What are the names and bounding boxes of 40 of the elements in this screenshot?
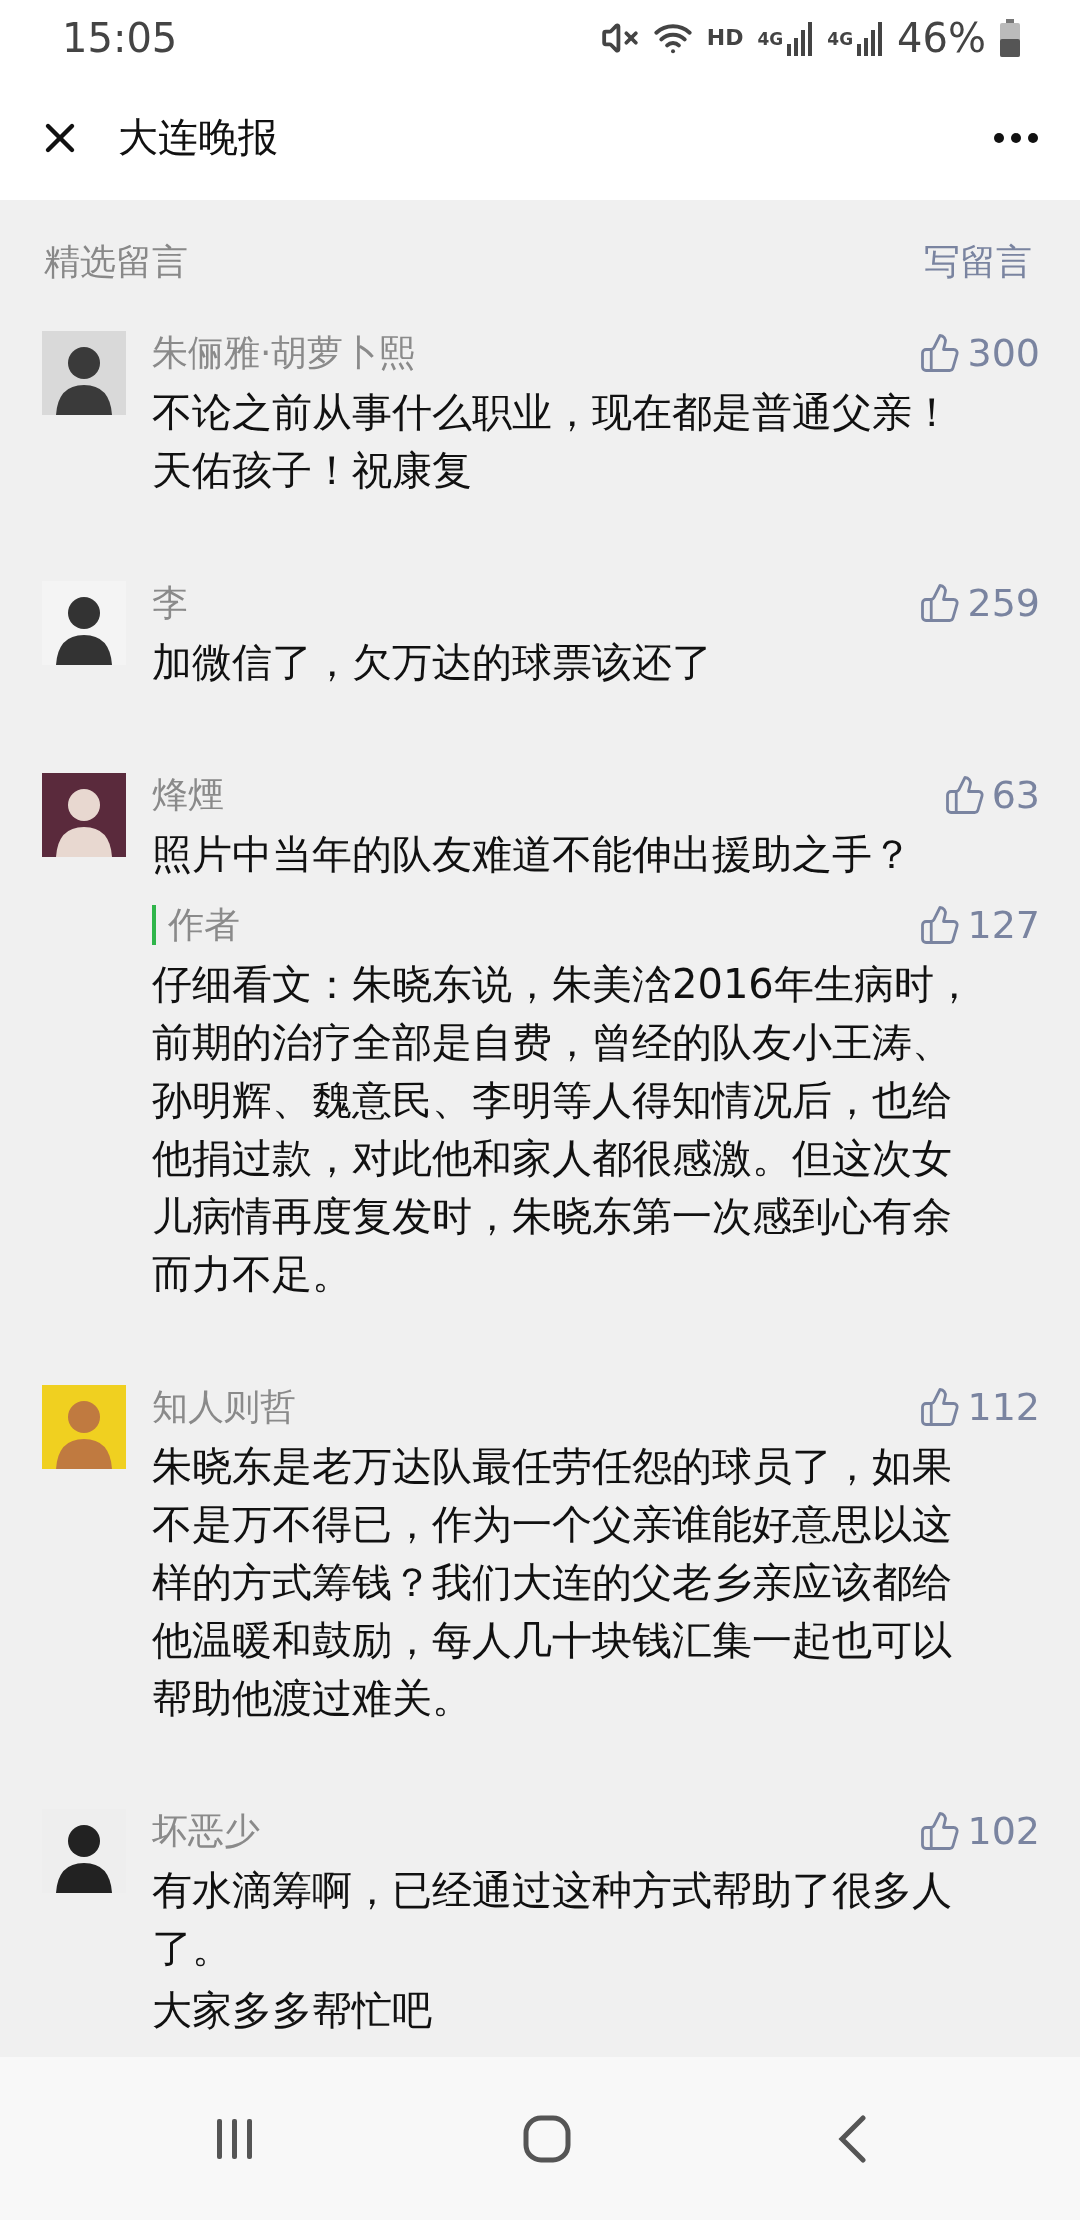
signal-icon [787,19,814,56]
section-title: 精选留言 [44,240,188,284]
signal-icon [857,19,884,56]
comment-text: 有水滴筹啊，已经通过这种方式帮助了很多人了。 [152,1866,953,1973]
more-button[interactable] [994,132,1038,143]
thumbs-up-icon [943,774,986,816]
like-button[interactable]: 300 [919,331,1040,375]
like-button[interactable]: 63 [943,773,1040,817]
author-label: 作者 [152,905,240,945]
back-button[interactable] [837,2114,867,2163]
comment-text: 照片中当年的队友难道不能伸出援助之手？ [152,830,913,879]
like-button[interactable]: 102 [919,1809,1040,1853]
network-label: 4G [827,28,854,49]
like-button[interactable]: 127 [919,903,1040,947]
thumbs-up-icon [919,332,962,374]
write-comment-link[interactable]: 写留言 [924,238,1032,287]
reply-text: 仔细看文：朱晓东说，朱美浛2016年生病时，前期的治疗全部是自费，曾经的队友小王涛、孙明辉、魏意民、李明等人得知情况后，也给他捐过款，对此他和家人都很感激。但这次女儿病情再度复发时，朱晓东第一次感到心有余而力不足。 [152,960,975,1299]
commenter-name: 李 [152,580,188,625]
thumbs-up-icon [919,1810,962,1852]
thumbs-up-icon [919,582,962,624]
commenter-name: 烽煙 [152,772,224,817]
commenter-name: 知人则哲 [152,1384,296,1429]
thumbs-up-icon [919,904,962,946]
page-title: 大连晚报 [118,113,279,162]
comment-text: 大家多多帮忙吧 [152,1986,433,2035]
comment-text: 加微信了，欠万达的球票该还了 [152,638,713,687]
network-label: 4G [757,28,784,49]
comment-text: 不论之前从事什么职业，现在都是普通父亲！天佑孩子！祝康复 [152,388,953,495]
commenter-name: 坏恶少 [152,1808,260,1853]
commenter-name: 朱俪雅·胡萝卜熙 [152,330,416,375]
thumbs-up-icon [919,1386,962,1428]
comment-text: 朱晓东是老万达队最任劳任怨的球员了，如果不是万不得已，作为一个父亲谁能好意思以这样的方式筹钱？我们大连的父老乡亲应该都给他温暖和鼓励，每人几十块钱汇集一起也可以帮助他渡过难关。 [152,1442,953,1723]
battery-percent: 46% [897,14,986,61]
battery-icon [1000,18,1020,57]
status-time: 15:05 [62,14,179,61]
home-button[interactable] [523,2114,571,2163]
like-button[interactable]: 259 [919,581,1040,625]
hd-label: HD [706,25,744,50]
like-button[interactable]: 112 [919,1385,1040,1429]
more-icon [994,132,1038,143]
